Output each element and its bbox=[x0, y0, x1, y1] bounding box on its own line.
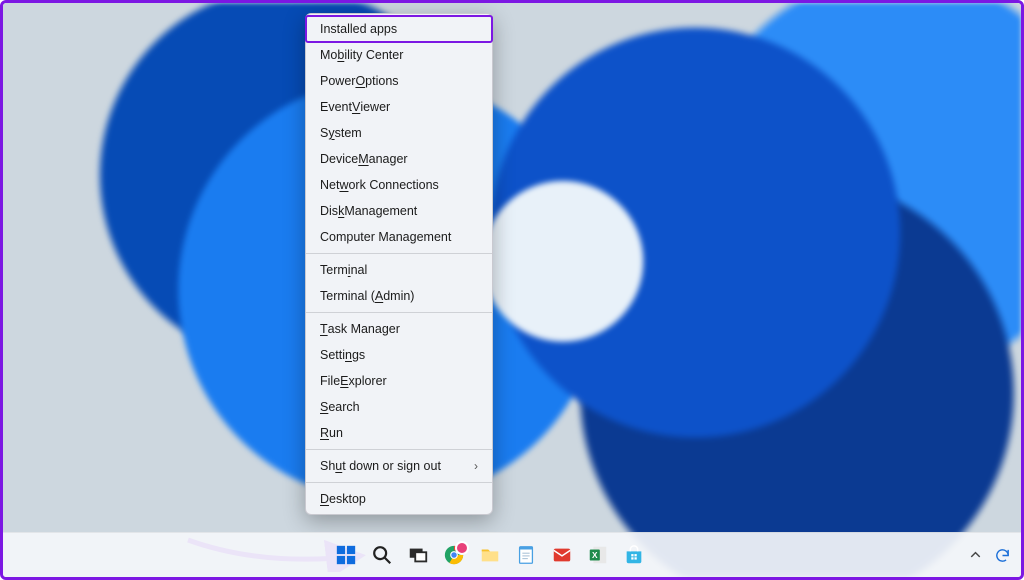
menu-item-shutdown[interactable]: Shut down or sign out› bbox=[306, 453, 492, 479]
menu-item-system[interactable]: System bbox=[306, 120, 492, 146]
menu-item-task-manager[interactable]: Task Manager bbox=[306, 316, 492, 342]
menu-item-file-explorer[interactable]: File Explorer bbox=[306, 368, 492, 394]
menu-item-terminal[interactable]: Terminal bbox=[306, 257, 492, 283]
menu-item-desktop[interactable]: Desktop bbox=[306, 486, 492, 512]
menu-separator bbox=[306, 449, 492, 450]
file-explorer-icon[interactable] bbox=[475, 540, 505, 570]
menu-item-computer-management[interactable]: Computer Management bbox=[306, 224, 492, 250]
menu-separator bbox=[306, 253, 492, 254]
menu-item-network-connections[interactable]: Network Connections bbox=[306, 172, 492, 198]
menu-separator bbox=[306, 482, 492, 483]
menu-item-device-manager[interactable]: Device Manager bbox=[306, 146, 492, 172]
menu-item-installed-apps[interactable]: Installed apps bbox=[305, 15, 493, 43]
taskbar-center: X bbox=[13, 540, 967, 570]
menu-item-mobility-center[interactable]: Mobility Center bbox=[306, 42, 492, 68]
store-icon[interactable] bbox=[619, 540, 649, 570]
svg-text:X: X bbox=[592, 551, 598, 560]
menu-item-terminal-admin[interactable]: Terminal (Admin) bbox=[306, 283, 492, 309]
mail-icon[interactable] bbox=[547, 540, 577, 570]
chevron-right-icon: › bbox=[474, 458, 478, 474]
menu-item-settings[interactable]: Settings bbox=[306, 342, 492, 368]
menu-item-disk-management[interactable]: Disk Management bbox=[306, 198, 492, 224]
start-button[interactable] bbox=[331, 540, 361, 570]
menu-item-power-options[interactable]: Power Options bbox=[306, 68, 492, 94]
winx-context-menu: Installed apps Mobility Center Power Opt… bbox=[305, 13, 493, 515]
avatar-badge-icon bbox=[455, 541, 469, 555]
menu-item-run[interactable]: Run bbox=[306, 420, 492, 446]
menu-separator bbox=[306, 312, 492, 313]
taskbar: X bbox=[3, 532, 1021, 577]
task-view-icon[interactable] bbox=[403, 540, 433, 570]
excel-icon[interactable]: X bbox=[583, 540, 613, 570]
tray-chevron-icon[interactable] bbox=[967, 547, 984, 564]
system-tray bbox=[967, 547, 1011, 564]
menu-item-event-viewer[interactable]: Event Viewer bbox=[306, 94, 492, 120]
chrome-icon[interactable] bbox=[439, 540, 469, 570]
sync-icon[interactable] bbox=[994, 547, 1011, 564]
notepad-icon[interactable] bbox=[511, 540, 541, 570]
search-icon[interactable] bbox=[367, 540, 397, 570]
desktop-wallpaper bbox=[3, 3, 1021, 577]
menu-item-search[interactable]: Search bbox=[306, 394, 492, 420]
